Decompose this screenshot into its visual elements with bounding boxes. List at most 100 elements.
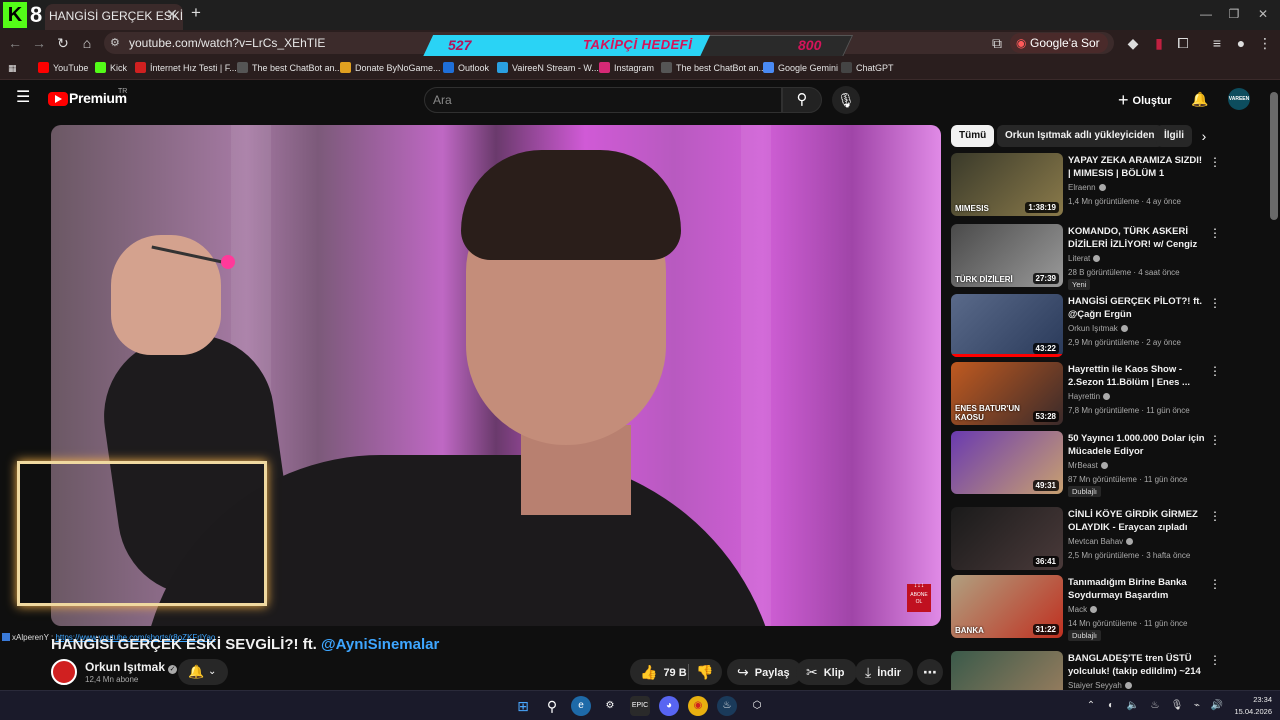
- bookmark-item[interactable]: Donate ByNoGame...: [340, 60, 441, 76]
- video-thumbnail[interactable]: MIMESIS 1:38:19: [951, 153, 1063, 216]
- browser-tab-active[interactable]: HANGİSİ GERÇEK ESKİ SEVGİLİ: [45, 4, 183, 30]
- app-cube-icon[interactable]: ⬡: [747, 696, 767, 716]
- filter-chip[interactable]: Orkun Işıtmak adlı yükleyiciden: [997, 125, 1163, 147]
- recommended-title[interactable]: KOMANDO, TÜRK ASKERİ DİZİLERİ İZLİYOR! w…: [1068, 225, 1206, 251]
- microphone-icon[interactable]: 🎙: [832, 86, 860, 114]
- recommended-channel[interactable]: Orkun Işıtmak: [1068, 324, 1128, 333]
- more-options-icon[interactable]: ⋮: [1209, 653, 1221, 667]
- bookmark-item[interactable]: İnternet Hız Testi | F...: [135, 60, 237, 76]
- chrome-icon[interactable]: ◉: [688, 696, 708, 716]
- dislike-button[interactable]: 👎: [696, 659, 713, 685]
- windows-start-icon[interactable]: ⊞: [513, 696, 533, 716]
- tray-steam-icon[interactable]: ♨: [1148, 699, 1162, 713]
- recommended-video[interactable]: 43:22 HANGİSİ GERÇEK PİLOT?! ft. @Çağrı E…: [951, 294, 1263, 358]
- tray-microphone-icon[interactable]: 🎙: [1170, 699, 1184, 713]
- bookmark-item[interactable]: Instagram: [599, 60, 654, 76]
- browser-menu-icon[interactable]: ⋮: [1256, 34, 1274, 52]
- video-thumbnail[interactable]: 43:22: [951, 294, 1063, 357]
- create-button[interactable]: + Oluştur: [1118, 90, 1172, 110]
- clip-button[interactable]: ✂ Klip: [796, 659, 857, 685]
- settings-gear-icon[interactable]: ⚙: [600, 696, 620, 716]
- chevron-right-icon[interactable]: ›: [1196, 128, 1212, 144]
- recommended-channel[interactable]: Mevtcan Bahav: [1068, 537, 1134, 546]
- forward-icon[interactable]: →: [30, 34, 48, 52]
- more-options-icon[interactable]: ⋮: [1209, 433, 1221, 447]
- more-options-icon[interactable]: ⋮: [1209, 155, 1221, 169]
- edge-browser-icon[interactable]: e: [571, 696, 591, 716]
- recommended-channel[interactable]: Elraenn: [1068, 183, 1106, 192]
- account-avatar[interactable]: VAREEN: [1228, 88, 1250, 110]
- bookmark-item[interactable]: ChatGPT: [841, 60, 894, 76]
- steam-icon[interactable]: ♨: [717, 696, 737, 716]
- epic-games-icon[interactable]: EPIC: [630, 696, 650, 716]
- recommended-channel[interactable]: Literat: [1068, 254, 1101, 263]
- recommended-title[interactable]: HANGİSİ GERÇEK PİLOT?! ft. @Çağrı Ergün: [1068, 295, 1206, 321]
- recommended-channel[interactable]: Hayrettin: [1068, 392, 1111, 401]
- cast-icon[interactable]: ⧉: [988, 34, 1006, 52]
- tray-speaker-icon[interactable]: 🔈: [1126, 699, 1140, 713]
- taskbar-clock[interactable]: 23:34 15.04.2026: [1226, 694, 1272, 718]
- tray-app-icon[interactable]: ◐: [1104, 699, 1118, 713]
- reading-list-icon[interactable]: ≡: [1208, 34, 1226, 52]
- recommended-title[interactable]: BANGLADEŞ'TE tren ÜSTÜ yolculuk! (takip …: [1068, 652, 1206, 678]
- filter-chip[interactable]: Tümü: [951, 125, 995, 147]
- search-input[interactable]: [433, 91, 763, 109]
- subscribe-watermark[interactable]: ↓↓↓ ABONE OL: [907, 582, 931, 612]
- reload-icon[interactable]: ↻: [54, 34, 72, 52]
- search-taskbar-icon[interactable]: ⚲: [542, 696, 562, 716]
- more-options-icon[interactable]: ⋮: [1209, 509, 1221, 523]
- recommended-title[interactable]: Tanımadığım Birine Banka Soydurmayı Başa…: [1068, 576, 1206, 602]
- tray-volume-icon[interactable]: 🔊: [1210, 699, 1224, 713]
- recommended-title[interactable]: YAPAY ZEKA ARAMIZA SIZDI! | MIMESIS | BÖ…: [1068, 154, 1206, 180]
- recommended-channel[interactable]: Mack: [1068, 605, 1098, 614]
- channel-name[interactable]: Orkun Işıtmak ✓: [85, 660, 178, 674]
- video-thumbnail[interactable]: ENES BATUR'UN KAOSU 53:28: [951, 362, 1063, 425]
- recommended-title[interactable]: Hayrettin ile Kaos Show - 2.Sezon 11.Böl…: [1068, 363, 1206, 389]
- like-button[interactable]: 👍 79 B: [640, 659, 687, 686]
- more-options-icon[interactable]: ⋮: [1209, 577, 1221, 591]
- video-thumbnail[interactable]: BANKA 31:22: [951, 575, 1063, 638]
- more-options-icon[interactable]: ⋮: [1209, 296, 1221, 310]
- recommended-title[interactable]: 50 Yayıncı 1.000.000 Dolar için Mücadele…: [1068, 432, 1206, 458]
- new-tab-icon[interactable]: +: [188, 4, 204, 22]
- more-options-icon[interactable]: ⋮: [1209, 364, 1221, 378]
- recommended-video[interactable]: BANKA 31:22 Tanımadığım Birine Banka Soydu…: [951, 575, 1263, 641]
- profile-icon[interactable]: ●: [1232, 34, 1250, 52]
- filter-chip[interactable]: İlgili: [1156, 125, 1192, 147]
- window-minimize-icon[interactable]: —: [1198, 6, 1214, 22]
- bookmark-item[interactable]: YouTube: [38, 60, 88, 76]
- hamburger-menu-icon[interactable]: ☰: [16, 90, 32, 106]
- more-options-icon[interactable]: ⋮: [1209, 226, 1221, 240]
- recommended-video[interactable]: TÜRK DİZİLERİ 27:39 KOMANDO, TÜRK ASKERİ D…: [951, 224, 1263, 290]
- bookmark-item[interactable]: Google Gemini: [763, 60, 838, 76]
- tray-network-icon[interactable]: ⌁: [1190, 699, 1204, 713]
- discord-icon[interactable]: ◕: [659, 696, 679, 716]
- bookmark-item[interactable]: VaireeN Stream - W...: [497, 60, 599, 76]
- window-close-icon[interactable]: ✕: [1255, 6, 1271, 22]
- extension-red-icon[interactable]: ▮: [1150, 34, 1168, 52]
- google-sor-button[interactable]: ◉ Google'a Sor: [1010, 33, 1108, 53]
- download-button[interactable]: ⤓ İndir: [855, 659, 914, 685]
- recommended-title[interactable]: CİNLİ KÖYE GİRDİK GİRMEZ OLAYDIK - Erayc…: [1068, 508, 1206, 534]
- youtube-logo-icon[interactable]: [48, 92, 68, 106]
- share-button[interactable]: ↪ Paylaş: [727, 659, 802, 685]
- window-restore-icon[interactable]: ❐: [1226, 6, 1242, 22]
- bookmark-item[interactable]: The best ChatBot an...: [237, 60, 342, 76]
- apps-grid-icon[interactable]: ▦: [8, 60, 17, 76]
- more-actions-icon[interactable]: ⋯: [917, 659, 943, 685]
- recommended-video[interactable]: 49:31 50 Yayıncı 1.000.000 Dolar için Müc…: [951, 431, 1263, 497]
- recommended-video[interactable]: MIMESIS 1:38:19 YAPAY ZEKA ARAMIZA SIZDI! …: [951, 153, 1263, 217]
- site-info-icon[interactable]: ⚙: [110, 36, 124, 50]
- notifications-bell-icon[interactable]: 🔔: [1191, 90, 1209, 108]
- recommended-channel[interactable]: MrBeast: [1068, 461, 1108, 470]
- bookmark-item[interactable]: The best ChatBot an...: [661, 60, 766, 76]
- video-thumbnail[interactable]: 36:41: [951, 507, 1063, 570]
- extension-icon[interactable]: ◆: [1124, 34, 1142, 52]
- bookmark-item[interactable]: Kick: [95, 60, 127, 76]
- video-thumbnail[interactable]: 49:31: [951, 431, 1063, 494]
- subscription-bell-button[interactable]: 🔔 ⌄: [178, 659, 228, 685]
- video-thumbnail[interactable]: TÜRK DİZİLERİ 27:39: [951, 224, 1063, 287]
- tab-close-icon[interactable]: ✕: [164, 6, 180, 22]
- extensions-puzzle-icon[interactable]: ⧠: [1174, 34, 1192, 52]
- back-icon[interactable]: ←: [6, 34, 24, 52]
